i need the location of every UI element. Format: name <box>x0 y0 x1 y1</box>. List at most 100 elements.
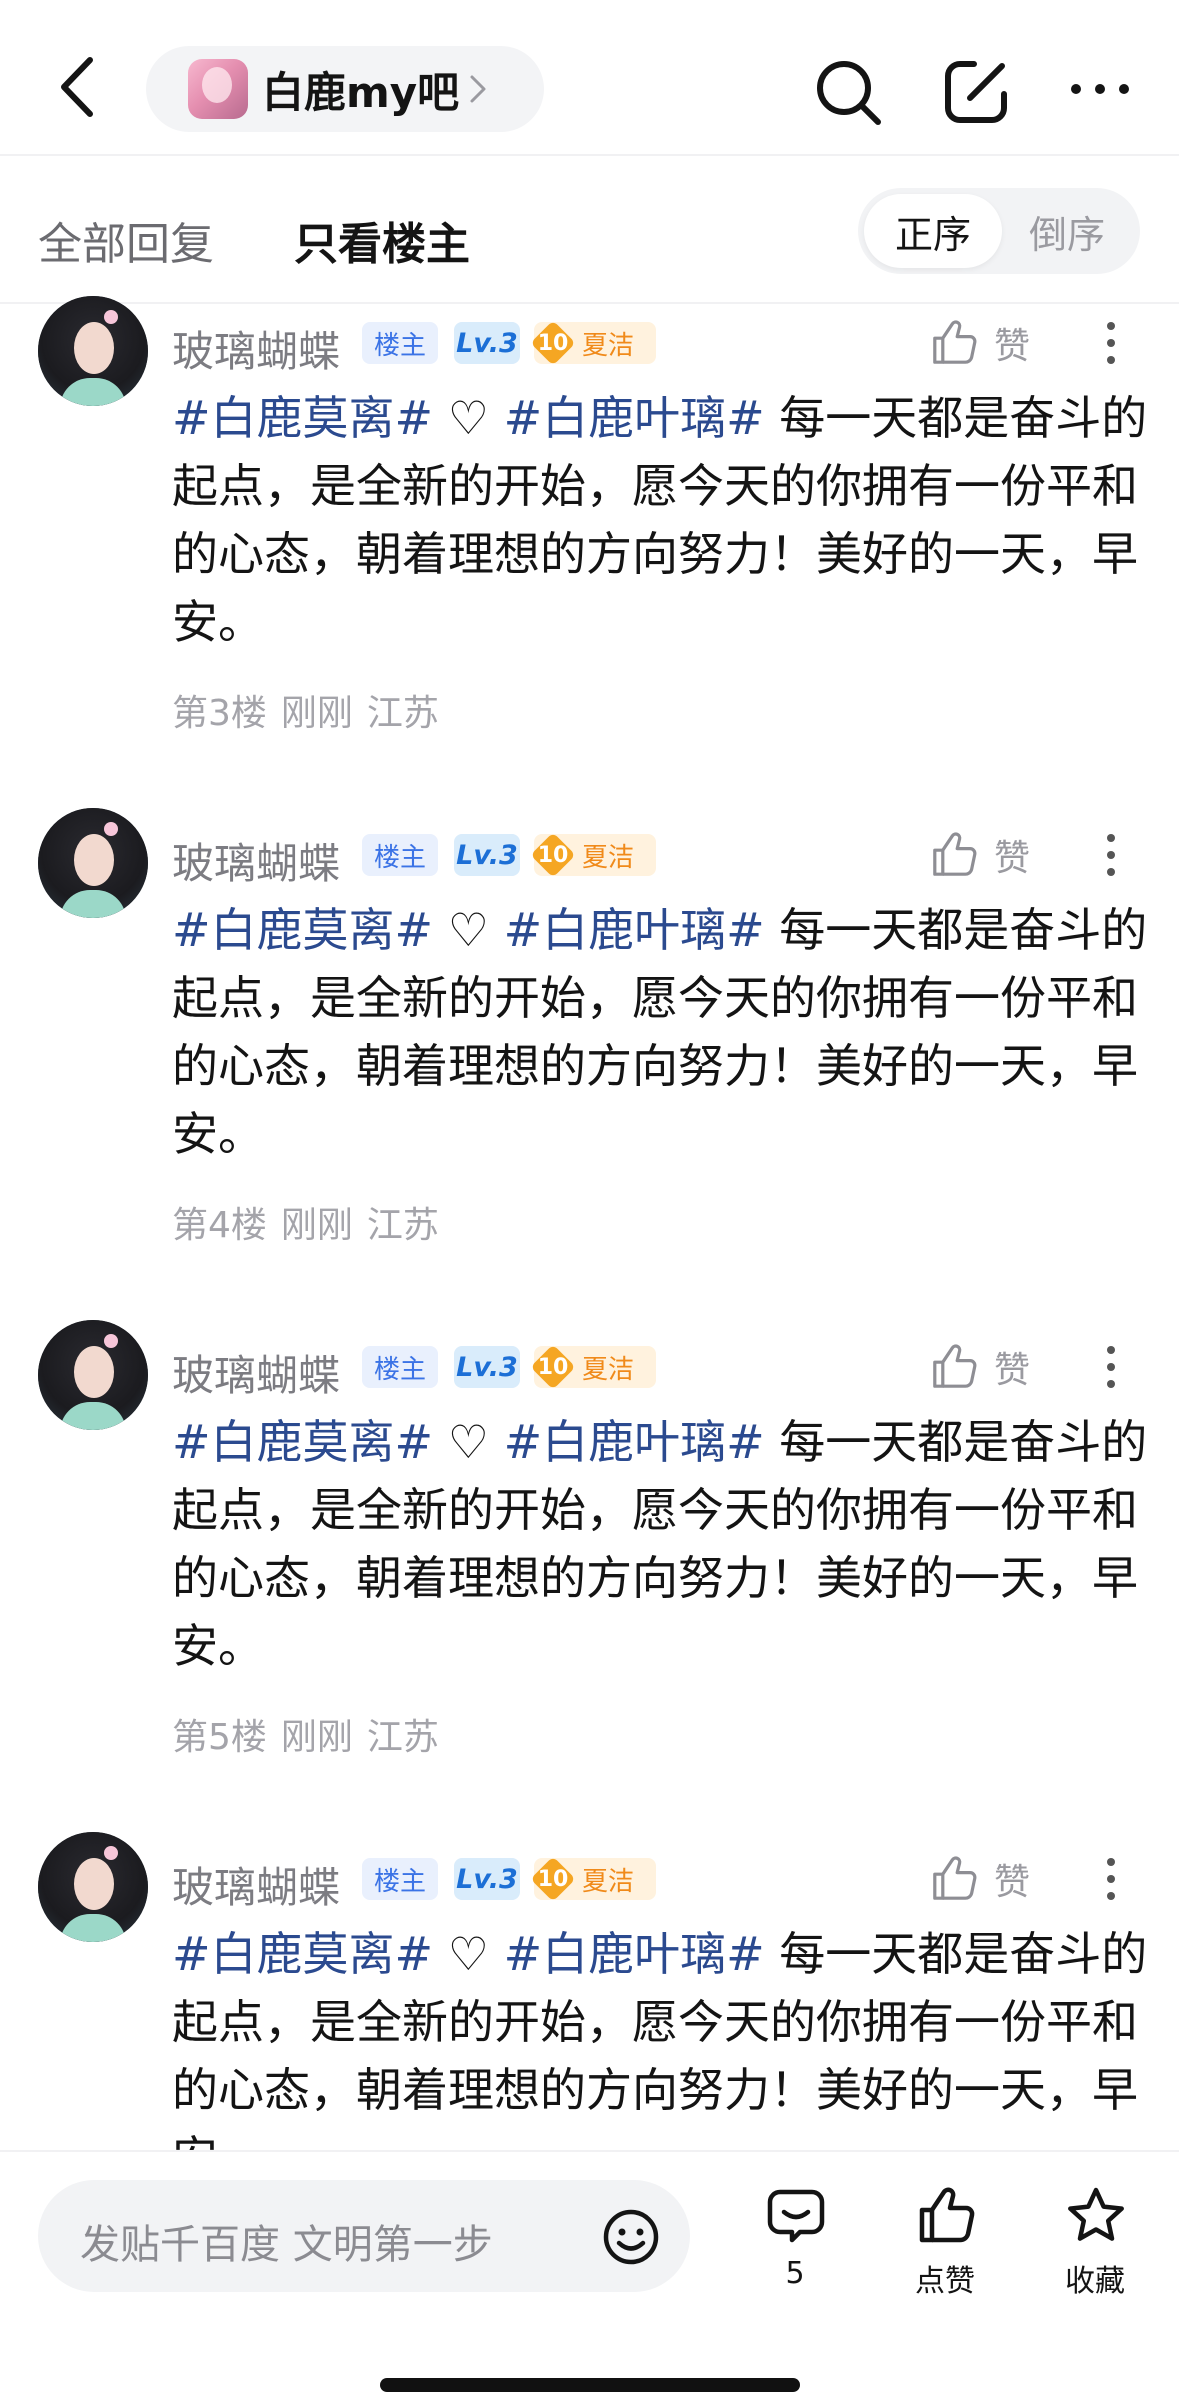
floor-number: 第4楼 <box>172 1205 267 1246</box>
like-button[interactable]: 赞 <box>930 1342 1058 1392</box>
post-location: 江苏 <box>366 1717 439 1758</box>
like-label: 赞 <box>994 1862 1031 1903</box>
bottom-bar: 发贴千百度 文明第一步 5 点赞 收藏 <box>0 2150 1179 2392</box>
fan-level-icon: 10 <box>530 1856 576 1902</box>
fan-badge: 10 夏洁 <box>534 1858 656 1900</box>
user-avatar[interactable] <box>38 1320 148 1430</box>
post-meta: 第4楼 刚刚 江苏 <box>172 1196 439 1248</box>
reply-input[interactable]: 发贴千百度 文明第一步 <box>38 2180 690 2292</box>
post-content: #白鹿莫离# ♡ #白鹿叶璃# 每一天都是奋斗的起点，是全新的开始，愿今天的你拥… <box>172 384 1152 656</box>
fan-level-icon: 10 <box>530 320 576 366</box>
fan-badge: 10 夏洁 <box>534 834 656 876</box>
post-time: 刚刚 <box>280 1717 353 1758</box>
reply-post: 玻璃蝴蝶 楼主 Lv.3 10 夏洁赞 #白鹿莫离# ♡ #白鹿叶璃# 每一天都是奋斗的起… <box>0 1320 1179 1820</box>
hashtag-link[interactable]: #白鹿莫离# <box>172 1927 433 1981</box>
fan-level-icon: 10 <box>530 832 576 878</box>
top-bar: 白鹿my吧 <box>0 0 1179 156</box>
level-badge: Lv.3 <box>454 322 520 364</box>
thumbs-up-icon <box>933 320 977 364</box>
favorite-button[interactable]: 收藏 <box>1040 2186 1150 2306</box>
filter-bar: 全部回复 只看楼主 正序 倒序 <box>0 158 1179 304</box>
hashtag-link[interactable]: #白鹿莫离# <box>172 1415 433 1469</box>
post-more-icon[interactable] <box>1100 318 1122 368</box>
hashtag-link[interactable]: #白鹿莫离# <box>172 903 433 957</box>
post-more-icon[interactable] <box>1100 1854 1122 1904</box>
forum-entry-button[interactable]: 白鹿my吧 <box>146 46 544 132</box>
level-badge: Lv.3 <box>454 1346 520 1388</box>
like-label: 赞 <box>994 838 1031 879</box>
owner-badge: 楼主 <box>362 1858 439 1900</box>
heart-symbol: ♡ <box>433 903 504 957</box>
user-avatar[interactable] <box>38 808 148 918</box>
edit-icon[interactable] <box>940 56 1012 128</box>
more-dots-icon[interactable] <box>1068 74 1132 104</box>
like-button[interactable]: 赞 <box>930 830 1058 880</box>
comment-button[interactable]: 5 <box>740 2186 850 2306</box>
thread-page: 白鹿my吧 全部回复 只看楼主 正序 倒序 玻璃蝴蝶 楼主 Lv.3 10 夏洁赞 #白鹿… <box>0 0 1179 2392</box>
post-location: 江苏 <box>366 1205 439 1246</box>
post-location: 江苏 <box>366 693 439 734</box>
home-indicator <box>380 2378 800 2392</box>
like-button[interactable]: 赞 <box>930 1854 1058 1904</box>
reply-post: 玻璃蝴蝶 楼主 Lv.3 10 夏洁赞 #白鹿莫离# ♡ #白鹿叶璃# 每一天都是奋斗的起… <box>0 296 1179 796</box>
post-more-icon[interactable] <box>1100 830 1122 880</box>
heart-symbol: ♡ <box>433 1415 504 1469</box>
user-avatar[interactable] <box>38 296 148 406</box>
heart-symbol: ♡ <box>433 1927 504 1981</box>
fan-title: 夏洁 <box>582 1354 635 1385</box>
order-asc-button[interactable]: 正序 <box>864 194 1002 268</box>
floor-number: 第3楼 <box>172 693 267 734</box>
post-content: #白鹿莫离# ♡ #白鹿叶璃# 每一天都是奋斗的起点，是全新的开始，愿今天的你拥… <box>172 896 1152 1168</box>
hashtag-link[interactable]: #白鹿叶璃# <box>504 903 765 957</box>
back-arrow-icon[interactable] <box>50 52 110 122</box>
like-thread-button[interactable]: 点赞 <box>890 2186 1000 2306</box>
owner-badge: 楼主 <box>362 834 439 876</box>
hashtag-link[interactable]: #白鹿叶璃# <box>504 1415 765 1469</box>
favorite-label: 收藏 <box>1065 2264 1125 2299</box>
order-toggle: 正序 倒序 <box>858 188 1140 274</box>
fan-badge: 10 夏洁 <box>534 322 656 364</box>
username[interactable]: 玻璃蝴蝶 <box>172 830 340 891</box>
hashtag-link[interactable]: #白鹿叶璃# <box>504 391 765 445</box>
floor-number: 第5楼 <box>172 1717 267 1758</box>
fan-title: 夏洁 <box>582 842 635 873</box>
post-content: #白鹿莫离# ♡ #白鹿叶璃# 每一天都是奋斗的起点，是全新的开始，愿今天的你拥… <box>172 1408 1152 1680</box>
hashtag-link[interactable]: #白鹿莫离# <box>172 391 433 445</box>
forum-name: 白鹿my吧 <box>262 67 460 117</box>
level-badge: Lv.3 <box>454 1858 520 1900</box>
like-thread-label: 点赞 <box>915 2264 975 2299</box>
like-label: 赞 <box>994 1350 1031 1391</box>
heart-symbol: ♡ <box>433 391 504 445</box>
fan-title: 夏洁 <box>582 1866 635 1897</box>
chevron-right-icon <box>470 75 486 103</box>
emoji-icon[interactable] <box>602 2208 660 2266</box>
post-meta: 第5楼 刚刚 江苏 <box>172 1708 439 1760</box>
username[interactable]: 玻璃蝴蝶 <box>172 1854 340 1915</box>
user-avatar[interactable] <box>38 1832 148 1942</box>
level-badge: Lv.3 <box>454 834 520 876</box>
comment-count: 5 <box>785 2256 805 2291</box>
username[interactable]: 玻璃蝴蝶 <box>172 318 340 379</box>
fan-title: 夏洁 <box>582 330 635 361</box>
thumbs-up-icon <box>933 832 977 876</box>
like-label: 赞 <box>994 326 1031 367</box>
tab-all-replies[interactable]: 全部回复 <box>38 208 214 272</box>
owner-badge: 楼主 <box>362 322 439 364</box>
username[interactable]: 玻璃蝴蝶 <box>172 1342 340 1403</box>
order-desc-button[interactable]: 倒序 <box>998 194 1136 268</box>
like-button[interactable]: 赞 <box>930 318 1058 368</box>
owner-badge: 楼主 <box>362 1346 439 1388</box>
thumbs-up-icon <box>933 1856 977 1900</box>
thumbs-up-icon <box>933 1344 977 1388</box>
fan-level-icon: 10 <box>530 1344 576 1390</box>
hashtag-link[interactable]: #白鹿叶璃# <box>504 1927 765 1981</box>
fan-badge: 10 夏洁 <box>534 1346 656 1388</box>
post-time: 刚刚 <box>280 1205 353 1246</box>
forum-avatar <box>188 59 248 119</box>
search-icon[interactable] <box>812 56 884 128</box>
post-more-icon[interactable] <box>1100 1342 1122 1392</box>
post-time: 刚刚 <box>280 693 353 734</box>
thumbs-up-icon <box>919 2187 975 2243</box>
tab-owner-only[interactable]: 只看楼主 <box>294 208 470 272</box>
comment-icon <box>767 2189 825 2243</box>
